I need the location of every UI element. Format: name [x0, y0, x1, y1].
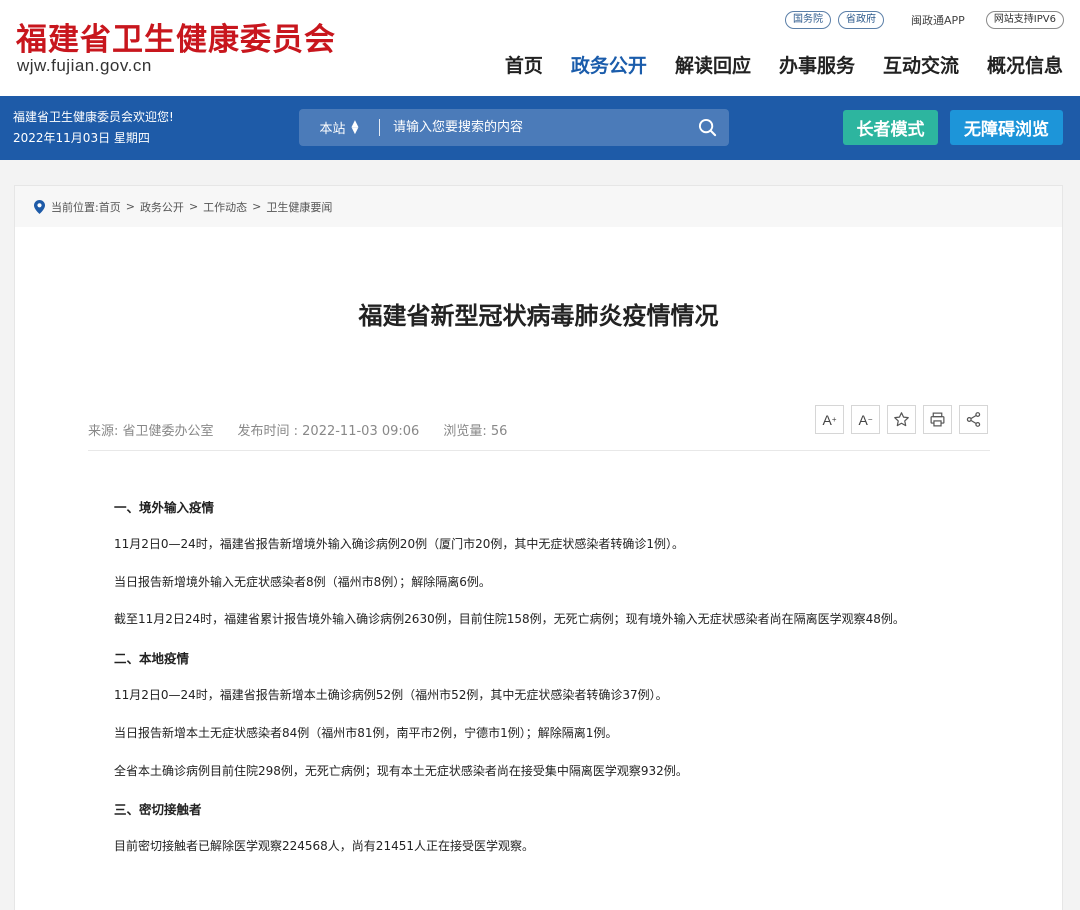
article-tools: A + A − — [815, 405, 988, 434]
nav-interaction[interactable]: 互动交流 — [883, 51, 959, 78]
article-paragraph: 当日报告新增境外输入无症状感染者8例（福州市8例）；解除隔离6例。 — [114, 574, 491, 589]
share-icon — [966, 412, 981, 427]
article-paragraph: 11月2日0—24时，福建省报告新增本土确诊病例52例（福州市52例，其中无症状… — [114, 687, 668, 702]
ipv6-badge: 网站支持IPV6 — [985, 11, 1064, 29]
article-paragraph: 当日报告新增本土无症状感染者84例（福州市81例，南平市2例，宁德市1例）；解除… — [114, 725, 618, 740]
nav-home[interactable]: 首页 — [505, 51, 543, 78]
section-heading: 二、本地疫情 — [114, 651, 190, 667]
location-pin-icon — [34, 199, 45, 214]
favorite-button[interactable] — [887, 405, 916, 434]
article-publish-time: 发布时间 : 2022-11-03 09:06 — [237, 424, 420, 439]
guowuyuan-link[interactable]: 国务院 — [785, 11, 832, 29]
accessible-browse-button[interactable]: 无障碍浏览 — [950, 110, 1063, 145]
nav-interpretation[interactable]: 解读回应 — [675, 51, 751, 78]
site-header: 福建省卫生健康委员会 wjw.fujian.gov.cn 国务院 省政府 闽政通… — [0, 0, 1080, 96]
section-heading: 三、密切接触者 — [114, 802, 202, 818]
article-paragraph: 目前密切接触者已解除医学观察224568人，尚有21451人正在接受医学观察。 — [114, 839, 534, 854]
breadcrumb-separator: > — [188, 200, 199, 213]
search-scope-label: 本站 — [319, 122, 346, 137]
breadcrumb-gov-affairs[interactable]: 政务公开 — [140, 199, 184, 215]
star-icon — [894, 412, 909, 427]
top-links: 国务院 省政府 闽政通APP 网站支持IPV6 — [785, 11, 1064, 29]
sort-arrows-icon: ▲ ▼ — [351, 118, 359, 136]
nav-services[interactable]: 办事服务 — [779, 51, 855, 78]
article-paragraph: 11月2日0—24时，福建省报告新增境外输入确诊病例20例（厦门市20例，其中无… — [114, 536, 684, 551]
breadcrumb-work-news[interactable]: 工作动态 — [203, 199, 247, 215]
breadcrumb-label: 当前位置: — [51, 200, 99, 214]
elder-mode-button[interactable]: 长者模式 — [843, 110, 938, 145]
breadcrumb: 当前位置: 首页 > 政务公开 > 工作动态 > 卫生健康要闻 — [15, 186, 1062, 227]
main-nav: 首页 政务公开 解读回应 办事服务 互动交流 概况信息 — [505, 51, 1063, 78]
breadcrumb-home[interactable]: 首页 — [99, 199, 121, 215]
breadcrumb-health-news[interactable]: 卫生健康要闻 — [266, 199, 332, 215]
search-input[interactable] — [380, 109, 685, 146]
font-decrease-button[interactable]: A − — [851, 405, 880, 434]
current-date: 2022年11月03日 星期四 — [13, 131, 150, 145]
article-panel: 当前位置: 首页 > 政务公开 > 工作动态 > 卫生健康要闻 福建省新型冠状病… — [14, 185, 1063, 910]
breadcrumb-separator: > — [125, 200, 135, 213]
nav-overview[interactable]: 概况信息 — [987, 51, 1063, 78]
breadcrumb-separator: > — [252, 200, 262, 213]
welcome-block: 福建省卫生健康委员会欢迎您! 2022年11月03日 星期四 — [13, 107, 174, 149]
article-source: 来源: 省卫健委办公室 — [88, 424, 214, 439]
printer-icon — [930, 412, 945, 427]
article-paragraph: 截至11月2日24时，福建省累计报告境外输入确诊病例2630例，目前住院158例… — [114, 612, 905, 627]
site-logo-url[interactable]: wjw.fujian.gov.cn — [17, 56, 152, 76]
search-scope-select[interactable]: 本站 ▲ ▼ — [299, 118, 379, 137]
print-button[interactable] — [923, 405, 952, 434]
welcome-text: 福建省卫生健康委员会欢迎您! — [13, 110, 174, 124]
share-button[interactable] — [959, 405, 988, 434]
nav-gov-affairs[interactable]: 政务公开 — [571, 51, 647, 78]
site-logo-title[interactable]: 福建省卫生健康委员会 — [16, 14, 336, 59]
font-decrease-label: A — [858, 411, 868, 428]
search-icon — [698, 118, 716, 137]
font-increase-button[interactable]: A + — [815, 405, 844, 434]
font-increase-label: A — [822, 411, 832, 428]
mzt-app-link[interactable]: 闽政通APP — [911, 12, 965, 28]
section-heading: 一、境外输入疫情 — [114, 500, 215, 515]
article-meta: 来源: 省卫健委办公室 发布时间 : 2022-11-03 09:06 浏览量:… — [88, 420, 507, 439]
article-paragraph: 全省本土确诊病例目前住院298例，无死亡病例；现有本土无症状感染者尚在接受集中隔… — [114, 763, 688, 778]
article-title: 福建省新型冠状病毒肺炎疫情情况 — [358, 302, 719, 330]
article-body: 一、境外输入疫情 11月2日0—24时，福建省报告新增境外输入确诊病例20例（厦… — [114, 497, 994, 875]
search-box: 本站 ▲ ▼ — [299, 109, 729, 146]
article-views: 浏览量: 56 — [443, 424, 508, 439]
search-button[interactable] — [685, 109, 729, 146]
utility-bar: 福建省卫生健康委员会欢迎您! 2022年11月03日 星期四 本站 ▲▼ 长者模… — [0, 96, 1080, 160]
province-gov-link[interactable]: 省政府 — [838, 11, 885, 29]
meta-divider — [88, 450, 990, 451]
